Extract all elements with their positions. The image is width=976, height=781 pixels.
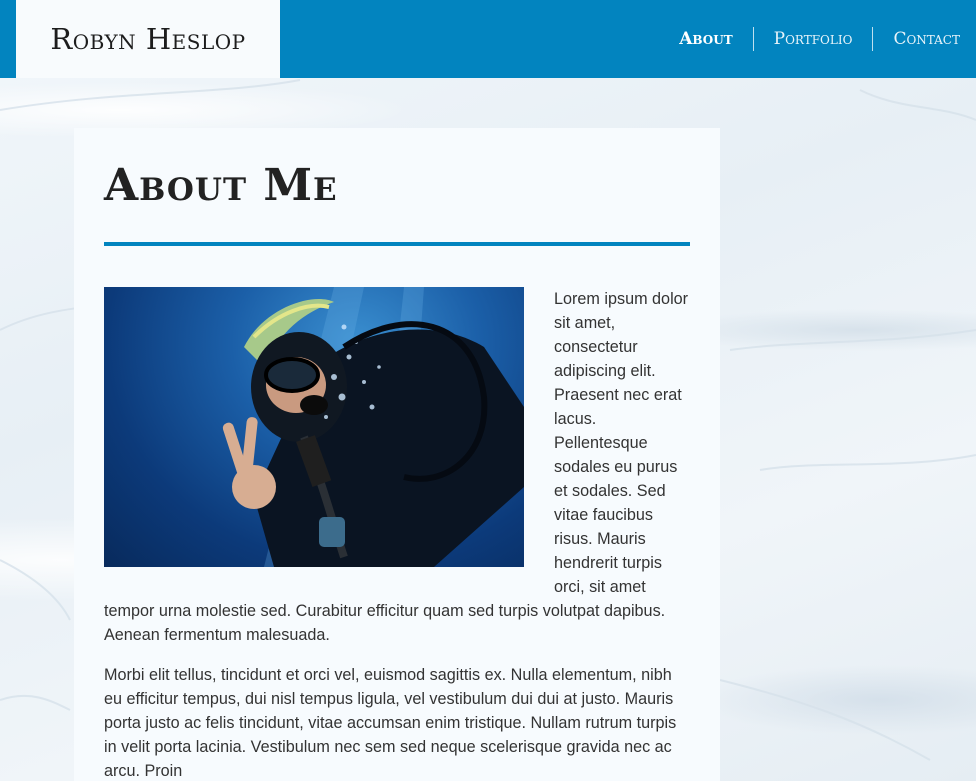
title-divider bbox=[104, 242, 690, 246]
nav-portfolio-link[interactable]: Portfolio bbox=[754, 27, 853, 51]
site-name[interactable]: Robyn Heslop bbox=[50, 22, 245, 56]
scuba-diver-photo bbox=[104, 287, 524, 567]
logo[interactable]: Robyn Heslop bbox=[16, 0, 280, 78]
nav-contact-link[interactable]: Contact bbox=[873, 27, 960, 51]
about-content: Lorem ipsum dolor sit amet, consectetur … bbox=[104, 287, 690, 781]
page-title: About Me bbox=[104, 160, 338, 211]
about-card: About Me Lorem ipsum dolor sit amet, con… bbox=[74, 128, 720, 781]
site-header: Robyn Heslop About Portfolio Contact bbox=[0, 0, 976, 78]
nav-about-link[interactable]: About bbox=[659, 27, 732, 51]
about-paragraph-2: Morbi elit tellus, tincidunt et orci vel… bbox=[104, 666, 677, 780]
main-nav: About Portfolio Contact bbox=[659, 27, 960, 51]
